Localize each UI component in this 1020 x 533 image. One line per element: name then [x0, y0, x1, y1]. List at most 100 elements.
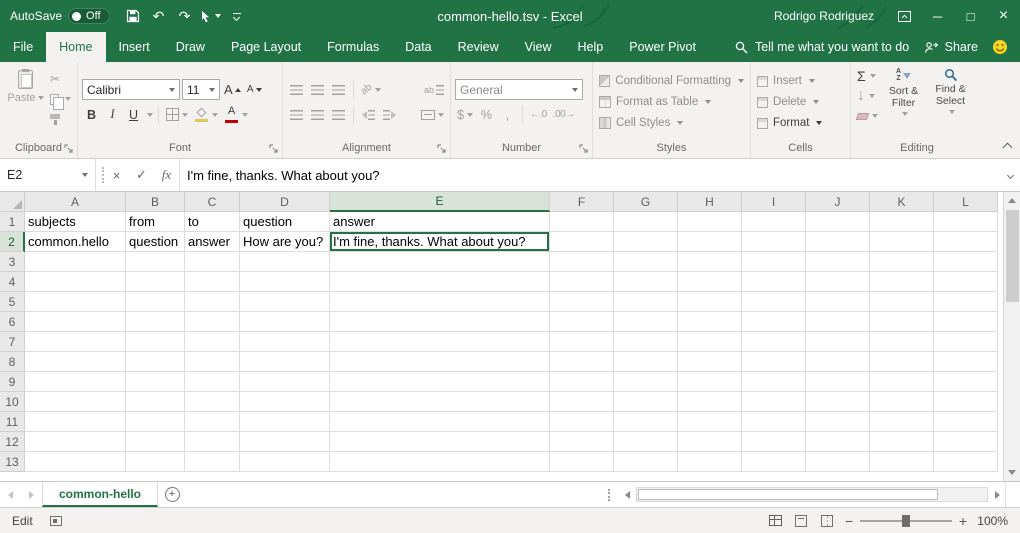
- cell-I9[interactable]: [742, 372, 806, 392]
- wrap-text-button[interactable]: ab: [422, 79, 446, 100]
- scroll-down-button[interactable]: [1004, 464, 1020, 481]
- zoom-out-button[interactable]: −: [840, 513, 858, 529]
- collapse-ribbon-button[interactable]: [1003, 143, 1013, 153]
- column-header-B[interactable]: B: [126, 192, 185, 212]
- cell-G7[interactable]: [614, 332, 678, 352]
- cell-F1[interactable]: [550, 212, 614, 232]
- cell-J9[interactable]: [806, 372, 870, 392]
- orientation-button[interactable]: ab: [359, 79, 383, 100]
- cell-J11[interactable]: [806, 412, 870, 432]
- italic-button[interactable]: I: [103, 104, 122, 125]
- cell-D10[interactable]: [240, 392, 330, 412]
- alignment-dialog-launcher-icon[interactable]: [437, 144, 447, 154]
- cell-F8[interactable]: [550, 352, 614, 372]
- row-header-12[interactable]: 12: [0, 432, 25, 452]
- cell-G11[interactable]: [614, 412, 678, 432]
- cell-A10[interactable]: [25, 392, 126, 412]
- cell-C4[interactable]: [185, 272, 240, 292]
- page-layout-view-button[interactable]: [789, 511, 813, 531]
- cell-E12[interactable]: [330, 432, 550, 452]
- cell-D3[interactable]: [240, 252, 330, 272]
- cell-D4[interactable]: [240, 272, 330, 292]
- cell-K6[interactable]: [870, 312, 934, 332]
- tab-review[interactable]: Review: [445, 32, 512, 62]
- sheet-nav-right-button[interactable]: [21, 482, 42, 507]
- cell-A4[interactable]: [25, 272, 126, 292]
- clipboard-dialog-launcher-icon[interactable]: [64, 144, 74, 154]
- cell-E8[interactable]: [330, 352, 550, 372]
- save-button[interactable]: [120, 2, 146, 30]
- cell-J13[interactable]: [806, 452, 870, 472]
- cell-A3[interactable]: [25, 252, 126, 272]
- cell-E10[interactable]: [330, 392, 550, 412]
- cell-C8[interactable]: [185, 352, 240, 372]
- cell-C6[interactable]: [185, 312, 240, 332]
- cell-K10[interactable]: [870, 392, 934, 412]
- hscroll-right-button[interactable]: [989, 482, 1005, 507]
- cell-I12[interactable]: [742, 432, 806, 452]
- tab-home[interactable]: Home: [46, 32, 105, 62]
- cell-D8[interactable]: [240, 352, 330, 372]
- column-header-E[interactable]: E: [330, 192, 550, 212]
- conditional-formatting-button[interactable]: Conditional Formatting: [593, 71, 750, 91]
- cell-K13[interactable]: [870, 452, 934, 472]
- font-size-select[interactable]: 11: [182, 79, 220, 100]
- cell-C1[interactable]: to: [185, 212, 240, 232]
- cell-A9[interactable]: [25, 372, 126, 392]
- cell-D9[interactable]: [240, 372, 330, 392]
- cell-F7[interactable]: [550, 332, 614, 352]
- cell-I1[interactable]: [742, 212, 806, 232]
- align-top-button[interactable]: [287, 79, 306, 100]
- row-header-9[interactable]: 9: [0, 372, 25, 392]
- cell-H13[interactable]: [678, 452, 742, 472]
- percent-style-button[interactable]: %: [477, 104, 496, 125]
- cell-G3[interactable]: [614, 252, 678, 272]
- cell-H5[interactable]: [678, 292, 742, 312]
- autosum-button[interactable]: Σ: [857, 66, 878, 86]
- cell-I5[interactable]: [742, 292, 806, 312]
- cell-L10[interactable]: [934, 392, 998, 412]
- minimize-button[interactable]: ─: [921, 0, 954, 32]
- cell-styles-button[interactable]: Cell Styles: [593, 113, 750, 133]
- cell-G9[interactable]: [614, 372, 678, 392]
- cell-I4[interactable]: [742, 272, 806, 292]
- redo-button[interactable]: ↷: [172, 2, 198, 30]
- cell-H2[interactable]: [678, 232, 742, 252]
- cell-B3[interactable]: [126, 252, 185, 272]
- increase-font-size-button[interactable]: A: [222, 79, 243, 100]
- cell-K12[interactable]: [870, 432, 934, 452]
- cell-F11[interactable]: [550, 412, 614, 432]
- cell-C10[interactable]: [185, 392, 240, 412]
- cell-B5[interactable]: [126, 292, 185, 312]
- cell-D1[interactable]: question: [240, 212, 330, 232]
- cell-F6[interactable]: [550, 312, 614, 332]
- accounting-format-button[interactable]: $: [455, 104, 475, 125]
- hscroll-left-button[interactable]: [619, 482, 635, 507]
- tab-data[interactable]: Data: [392, 32, 444, 62]
- cell-G13[interactable]: [614, 452, 678, 472]
- cell-J2[interactable]: [806, 232, 870, 252]
- column-header-D[interactable]: D: [240, 192, 330, 212]
- cell-H4[interactable]: [678, 272, 742, 292]
- scroll-up-button[interactable]: [1004, 192, 1020, 209]
- cell-E13[interactable]: [330, 452, 550, 472]
- cell-D6[interactable]: [240, 312, 330, 332]
- cell-I11[interactable]: [742, 412, 806, 432]
- zoom-in-button[interactable]: +: [954, 513, 972, 529]
- cell-I3[interactable]: [742, 252, 806, 272]
- tab-draw[interactable]: Draw: [163, 32, 218, 62]
- bold-button[interactable]: B: [82, 104, 101, 125]
- row-header-10[interactable]: 10: [0, 392, 25, 412]
- page-break-view-button[interactable]: [815, 511, 839, 531]
- insert-cells-button[interactable]: Insert: [751, 71, 850, 91]
- cell-F2[interactable]: [550, 232, 614, 252]
- paste-button[interactable]: Paste: [6, 67, 45, 104]
- cell-E11[interactable]: [330, 412, 550, 432]
- row-header-8[interactable]: 8: [0, 352, 25, 372]
- row-header-3[interactable]: 3: [0, 252, 25, 272]
- cell-I10[interactable]: [742, 392, 806, 412]
- cell-B4[interactable]: [126, 272, 185, 292]
- spreadsheet-grid[interactable]: ABCDEFGHIJKL1subjectsfromtoquestionanswe…: [0, 192, 1003, 472]
- cell-L4[interactable]: [934, 272, 998, 292]
- cell-H9[interactable]: [678, 372, 742, 392]
